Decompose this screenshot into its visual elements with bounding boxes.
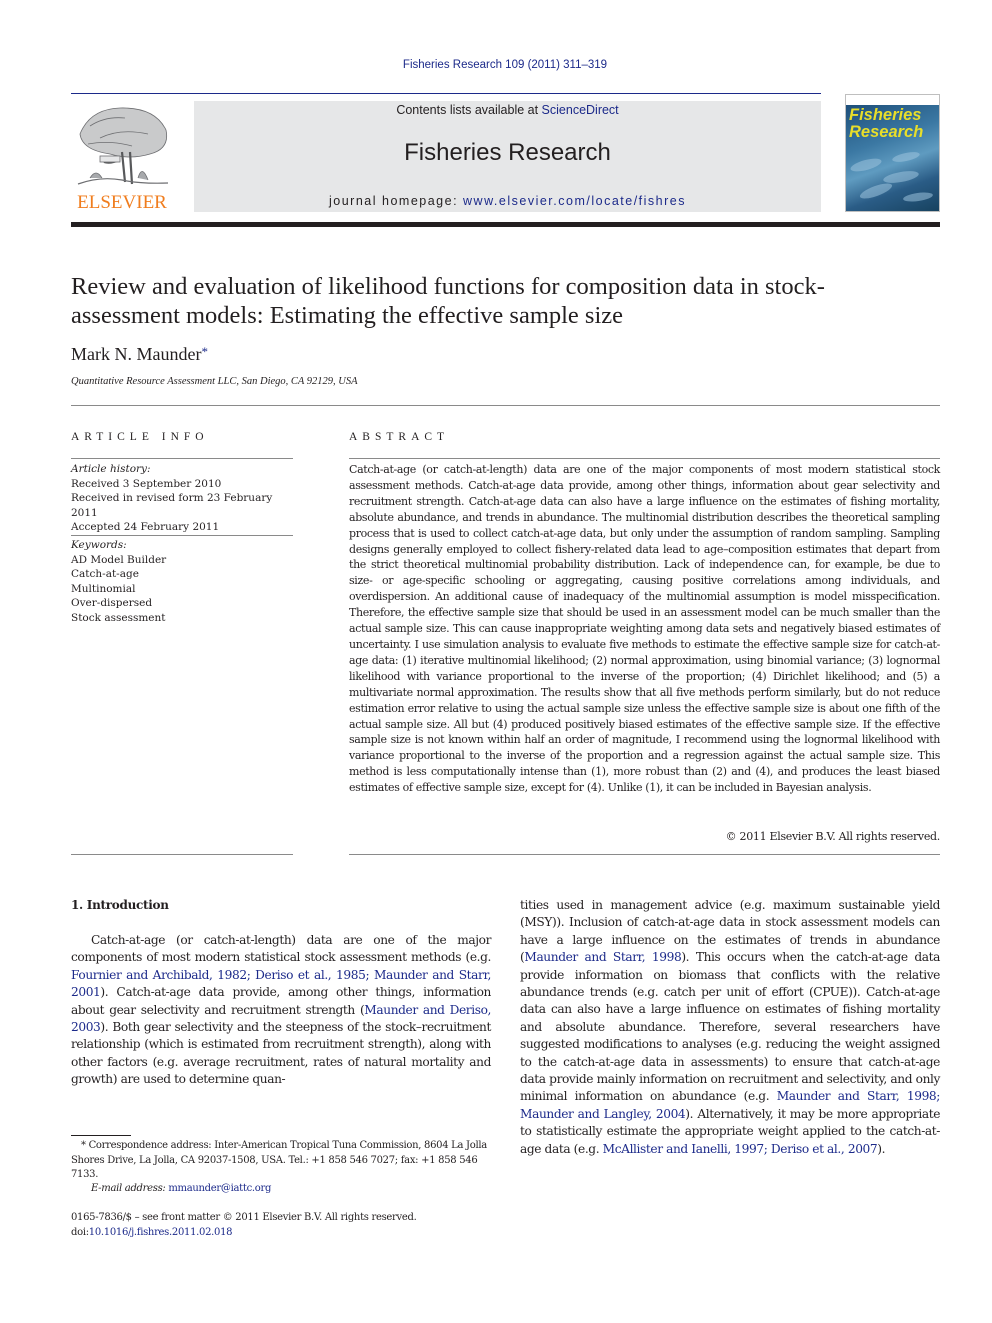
cover-title: Fisheries Research [849, 106, 924, 141]
introduction-column-right: tities used in management advice (e.g. m… [520, 897, 940, 1158]
keywords: Keywords: AD Model Builder Catch-at-age … [71, 538, 293, 625]
article-history-label: Article history: [71, 463, 151, 475]
divider [71, 458, 293, 459]
header-divider [71, 93, 821, 94]
body-text: ). This occurs when the catch-at-age dat… [520, 950, 940, 1104]
article-info-heading: ARTICLE INFO [71, 431, 209, 443]
body-text: ). [877, 1141, 886, 1156]
footnote-divider [71, 1135, 131, 1136]
keyword-item: AD Model Builder [71, 553, 167, 566]
reference-link[interactable]: McAllister and Ianelli, 1997; Deriso et … [603, 1142, 878, 1156]
divider [349, 458, 940, 459]
introduction-column-left: Catch-at-age (or catch-at-length) data a… [71, 932, 491, 1089]
abstract-body: Catch-at-age (or catch-at-length) data a… [349, 463, 940, 795]
citation-link[interactable]: Fisheries Research 109 (2011) 311–319 [403, 59, 607, 71]
email-label: E-mail address: [91, 1183, 169, 1194]
journal-name: Fisheries Research [404, 139, 611, 166]
keywords-label: Keywords: [71, 539, 127, 551]
correspondence-marker-link[interactable]: * [201, 344, 208, 359]
introduction-heading: 1. Introduction [71, 898, 169, 912]
doi-line: doi:10.1016/j.fishres.2011.02.018 [71, 1226, 233, 1241]
elsevier-wordmark: ELSEVIER [77, 192, 167, 213]
doi-link[interactable]: 10.1016/j.fishres.2011.02.018 [89, 1227, 233, 1238]
keyword-item: Over-dispersed [71, 597, 153, 609]
history-item: Accepted 24 February 2011 [71, 521, 220, 533]
doi-prefix: doi: [71, 1227, 89, 1238]
keyword-item: Catch-at-age [71, 568, 139, 580]
email-footnote: E-mail address: mmaunder@iattc.org [91, 1182, 271, 1197]
divider [349, 854, 940, 855]
homepage-prefix: journal homepage: [329, 194, 464, 208]
article-history: Article history: Received 3 September 20… [71, 462, 293, 535]
divider [71, 535, 293, 536]
author-affiliation: Quantitative Resource Assessment LLC, Sa… [71, 376, 358, 387]
elsevier-tree-icon [77, 107, 169, 185]
author-name: Mark N. Maunder* [71, 344, 208, 365]
correspondence-footnote: * Correspondence address: Inter-American… [71, 1140, 487, 1180]
issn-line: 0165-7836/$ – see front matter © 2011 El… [71, 1212, 417, 1223]
header-thick-divider [71, 222, 940, 227]
article-title: Review and evaluation of likelihood func… [71, 273, 825, 329]
abstract-copyright: © 2011 Elsevier B.V. All rights reserved… [725, 830, 941, 843]
body-text: Catch-at-age (or catch-at-length) data a… [71, 933, 491, 965]
homepage-line: journal homepage: www.elsevier.com/locat… [194, 194, 821, 208]
contents-prefix: Contents lists available at [396, 103, 542, 117]
email-link[interactable]: mmaunder@iattc.org [168, 1183, 271, 1194]
abstract-heading: ABSTRACT [349, 431, 450, 443]
sciencedirect-link[interactable]: ScienceDirect [542, 103, 619, 117]
divider [71, 854, 293, 855]
keyword-item: Stock assessment [71, 611, 166, 624]
history-item: Received in revised form 23 February 201… [71, 492, 273, 519]
journal-cover-thumbnail[interactable]: Fisheries Research [845, 94, 940, 212]
history-item: Received 3 September 2010 [71, 477, 222, 490]
journal-homepage-link[interactable]: www.elsevier.com/locate/fishres [463, 194, 686, 208]
contents-line: Contents lists available at ScienceDirec… [194, 103, 821, 117]
author-text: Mark N. Maunder [71, 344, 202, 364]
journal-masthead: Contents lists available at ScienceDirec… [194, 101, 821, 212]
divider [71, 405, 940, 406]
elsevier-logo[interactable]: ELSEVIER [70, 104, 174, 214]
reference-link[interactable]: Maunder and Starr, 1998 [524, 950, 681, 964]
body-text: ). Both gear selectivity and the steepne… [71, 1020, 491, 1087]
keyword-item: Multinomial [71, 582, 136, 595]
journal-citation[interactable]: Fisheries Research 109 (2011) 311–319 [0, 59, 992, 71]
